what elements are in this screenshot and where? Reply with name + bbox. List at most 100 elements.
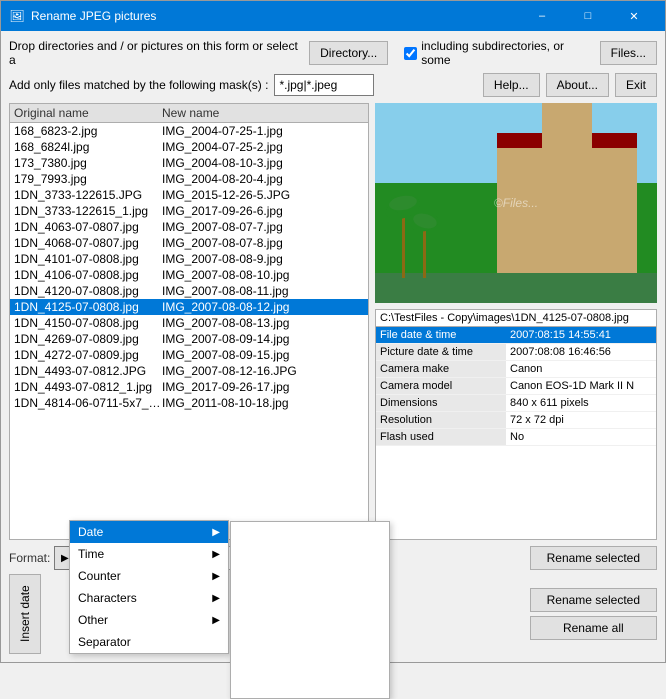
info-val: 2007:08:15 14:55:41 xyxy=(506,327,656,343)
col-new-header: New name xyxy=(162,106,364,120)
top-toolbar: Drop directories and / or pictures on th… xyxy=(9,39,657,67)
minimize-button[interactable]: – xyxy=(519,1,565,31)
file-orig: 1DN_4120-07-0808.jpg xyxy=(14,284,162,298)
file-row[interactable]: 173_7380.jpgIMG_2004-08-10-3.jpg xyxy=(10,155,368,171)
help-button[interactable]: Help... xyxy=(483,73,540,97)
file-row[interactable]: 168_6824l.jpgIMG_2004-07-25-2.jpg xyxy=(10,139,368,155)
file-orig: 1DN_3733-122615_1.jpg xyxy=(14,204,162,218)
file-orig: 1DN_4493-07-0812.JPG xyxy=(14,364,162,378)
info-val: Canon EOS-1D Mark II N xyxy=(506,378,656,394)
submenu-month[interactable]: month (\m) xyxy=(231,588,389,610)
info-key: Resolution xyxy=(376,412,506,428)
info-val: No xyxy=(506,429,656,445)
file-new: IMG_2007-08-07-8.jpg xyxy=(162,236,364,250)
submenu-2digit-day[interactable]: 2 digit day (\D) xyxy=(231,610,389,632)
maximize-button[interactable]: □ xyxy=(565,1,611,31)
file-orig: 173_7380.jpg xyxy=(14,156,162,170)
menu-time-arrow: ▶ xyxy=(212,549,220,560)
menu-counter-arrow: ▶ xyxy=(212,571,220,582)
file-new: IMG_2017-09-26-6.jpg xyxy=(162,204,364,218)
info-key: Camera make xyxy=(376,361,506,377)
close-button[interactable]: ✕ xyxy=(611,1,657,31)
menu-other-arrow: ▶ xyxy=(212,615,220,626)
drop-label: Drop directories and / or pictures on th… xyxy=(9,39,303,67)
insert-date-button[interactable]: Insert date xyxy=(9,574,41,654)
rename-selected-button[interactable]: Rename selected xyxy=(530,546,657,570)
file-new: IMG_2015-12-26-5.JPG xyxy=(162,188,364,202)
submenu-2digit-month[interactable]: 2 digit month (\M) xyxy=(231,566,389,588)
rename-buttons-col: Rename selected Rename all xyxy=(530,574,657,654)
file-new: IMG_2007-08-12-16.JPG xyxy=(162,364,364,378)
window-controls: – □ ✕ xyxy=(519,1,657,31)
file-new: IMG_2004-08-10-3.jpg xyxy=(162,156,364,170)
file-row[interactable]: 1DN_4063-07-0807.jpgIMG_2007-08-07-7.jpg xyxy=(10,219,368,235)
file-row[interactable]: 1DN_4106-07-0808.jpgIMG_2007-08-08-10.jp… xyxy=(10,267,368,283)
exit-button[interactable]: Exit xyxy=(615,73,657,97)
file-row[interactable]: 1DN_4068-07-0807.jpgIMG_2007-08-07-8.jpg xyxy=(10,235,368,251)
file-row[interactable]: 1DN_3733-122615_1.jpgIMG_2017-09-26-6.jp… xyxy=(10,203,368,219)
about-button[interactable]: About... xyxy=(546,73,609,97)
menu-item-counter[interactable]: Counter ▶ xyxy=(70,565,228,587)
file-new: IMG_2007-08-08-9.jpg xyxy=(162,252,364,266)
menu-characters-arrow: ▶ xyxy=(212,593,220,604)
menu-other-label: Other xyxy=(78,613,108,627)
file-row[interactable]: 1DN_4493-07-0812_1.jpgIMG_2017-09-26-17.… xyxy=(10,379,368,395)
info-row: Picture date & time2007:08:08 16:46:56 xyxy=(376,344,656,361)
file-list-body[interactable]: 168_6823-2.jpgIMG_2004-07-25-1.jpg168_68… xyxy=(10,123,368,539)
menu-item-date[interactable]: Date ▶ 4 digit year (\Y) 2 digit year (\… xyxy=(70,521,228,543)
title-bar: 🖼 Rename JPEG pictures – □ ✕ xyxy=(1,1,665,31)
info-table: File date & time2007:08:15 14:55:41Pictu… xyxy=(376,327,656,539)
info-panel: C:\TestFiles - Copy\images\1DN_4125-07-0… xyxy=(375,309,657,540)
submenu-4digit-year[interactable]: 4 digit year (\Y) xyxy=(231,522,389,544)
file-new: IMG_2007-08-08-12.jpg xyxy=(162,300,364,314)
file-row[interactable]: 1DN_4814-06-0711-5x7_resiz...IMG_2011-08… xyxy=(10,395,368,411)
menu-item-separator[interactable]: Separator xyxy=(70,631,228,653)
info-key: File date & time xyxy=(376,327,506,343)
file-row[interactable]: 1DN_4272-07-0809.jpgIMG_2007-08-09-15.jp… xyxy=(10,347,368,363)
info-row: Dimensions840 x 611 pixels xyxy=(376,395,656,412)
file-row[interactable]: 1DN_4493-07-0812.JPGIMG_2007-08-12-16.JP… xyxy=(10,363,368,379)
mask-input[interactable] xyxy=(274,74,374,96)
file-row[interactable]: 168_6823-2.jpgIMG_2004-07-25-1.jpg xyxy=(10,123,368,139)
context-menu: Date ▶ 4 digit year (\Y) 2 digit year (\… xyxy=(69,520,229,654)
file-row[interactable]: 1DN_3733-122615.JPGIMG_2015-12-26-5.JPG xyxy=(10,187,368,203)
file-row[interactable]: 1DN_4150-07-0808.jpgIMG_2007-08-08-13.jp… xyxy=(10,315,368,331)
file-orig: 1DN_4493-07-0812_1.jpg xyxy=(14,380,162,394)
file-row[interactable]: 1DN_4101-07-0808.jpgIMG_2007-08-08-9.jpg xyxy=(10,251,368,267)
menu-date-arrow: ▶ xyxy=(212,527,220,538)
submenu-day[interactable]: day (\d) xyxy=(231,632,389,654)
file-row[interactable]: 179_7993.jpgIMG_2004-08-20-4.jpg xyxy=(10,171,368,187)
bottom-area: Insert date Date ▶ 4 digit year (\Y) 2 d… xyxy=(9,574,657,654)
info-val: Canon xyxy=(506,361,656,377)
info-key: Camera model xyxy=(376,378,506,394)
info-row: Camera modelCanon EOS-1D Mark II N xyxy=(376,378,656,395)
files-button[interactable]: Files... xyxy=(600,41,657,65)
menu-time-label: Time xyxy=(78,547,104,561)
menu-date-label: Date xyxy=(78,525,103,539)
app-icon: 🖼 xyxy=(9,8,25,24)
rename-all-button[interactable]: Rename all xyxy=(530,616,657,640)
file-orig: 1DN_4272-07-0809.jpg xyxy=(14,348,162,362)
main-area: Original name New name 168_6823-2.jpgIMG… xyxy=(9,103,657,540)
info-row: Camera makeCanon xyxy=(376,361,656,378)
submenu-short-date[interactable]: short date (\l) xyxy=(231,676,389,698)
main-window: 🖼 Rename JPEG pictures – □ ✕ Drop direct… xyxy=(0,0,666,663)
submenu-full-date[interactable]: full date (\L) xyxy=(231,654,389,676)
directory-button[interactable]: Directory... xyxy=(309,41,388,65)
menu-item-other[interactable]: Other ▶ xyxy=(70,609,228,631)
file-new: IMG_2007-08-08-13.jpg xyxy=(162,316,364,330)
menu-item-time[interactable]: Time ▶ xyxy=(70,543,228,565)
file-row[interactable]: 1DN_4120-07-0808.jpgIMG_2007-08-08-11.jp… xyxy=(10,283,368,299)
menu-item-characters[interactable]: Characters ▶ xyxy=(70,587,228,609)
file-orig: 1DN_4063-07-0807.jpg xyxy=(14,220,162,234)
file-row[interactable]: 1DN_4125-07-0808.jpgIMG_2007-08-08-12.jp… xyxy=(10,299,368,315)
file-orig: 1DN_4068-07-0807.jpg xyxy=(14,236,162,250)
right-panel: ©Files... C:\TestFiles - Copy\images\1DN… xyxy=(375,103,657,540)
file-new: IMG_2011-08-10-18.jpg xyxy=(162,396,364,410)
file-new: IMG_2004-08-20-4.jpg xyxy=(162,172,364,186)
file-new: IMG_2004-07-25-2.jpg xyxy=(162,140,364,154)
file-row[interactable]: 1DN_4269-07-0809.jpgIMG_2007-08-09-14.jp… xyxy=(10,331,368,347)
subdirectories-checkbox[interactable] xyxy=(404,47,417,60)
rename-selected-btn2[interactable]: Rename selected xyxy=(530,588,657,612)
submenu-2digit-year[interactable]: 2 digit year (\y) xyxy=(231,544,389,566)
